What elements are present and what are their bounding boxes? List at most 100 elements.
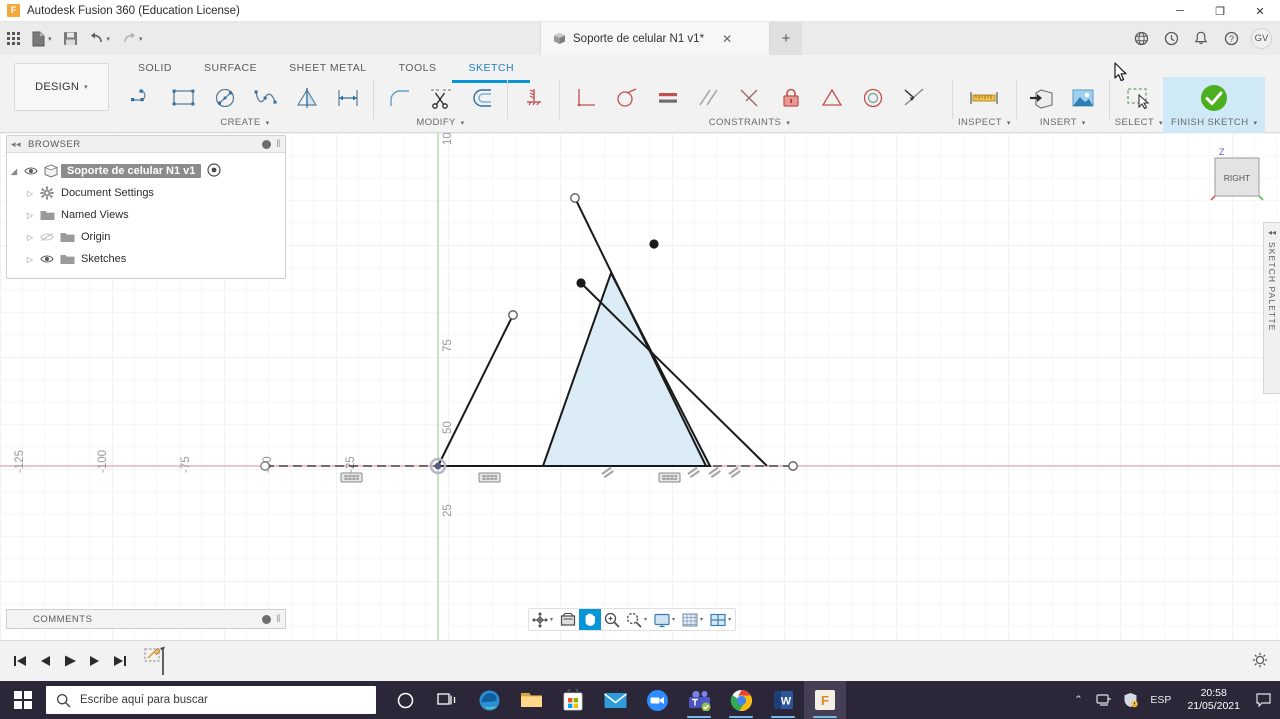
step-back-icon[interactable]: [32, 647, 57, 675]
sketch-feature-icon[interactable]: [143, 646, 169, 676]
comments-grip-icon[interactable]: ‖: [276, 614, 281, 625]
avatar[interactable]: GV: [1251, 28, 1272, 49]
help-icon[interactable]: ?: [1216, 22, 1246, 55]
comments-panel[interactable]: COMMENTS ‖: [6, 609, 286, 629]
add-tab-button[interactable]: +: [770, 22, 802, 55]
action-center-icon[interactable]: [1250, 693, 1276, 707]
grid-caret-icon[interactable]: ▾: [700, 616, 703, 623]
circle-icon[interactable]: [204, 78, 245, 118]
go-to-beginning-icon[interactable]: [7, 647, 32, 675]
trim-scissors-icon[interactable]: [420, 78, 461, 118]
fix-lock-icon[interactable]: [770, 78, 811, 118]
zoom-icon[interactable]: [601, 609, 623, 630]
taskbar-clock[interactable]: 20:58 21/05/2021: [1179, 687, 1248, 713]
network-icon[interactable]: [1092, 693, 1116, 707]
concentric-icon[interactable]: [852, 78, 893, 118]
parallel-icon[interactable]: [688, 78, 729, 118]
orbit-caret-icon[interactable]: ▾: [550, 616, 553, 623]
measure-icon[interactable]: [964, 78, 1005, 118]
add-comment-icon[interactable]: [262, 614, 272, 624]
view-cube[interactable]: Z RIGHT: [1205, 145, 1275, 215]
viewports-icon[interactable]: ▾: [707, 609, 735, 630]
grid-snaps-icon[interactable]: ▾: [679, 609, 707, 630]
chrome-icon[interactable]: [720, 681, 762, 719]
fusion360-icon[interactable]: F: [804, 681, 846, 719]
file-explorer-icon[interactable]: [510, 681, 552, 719]
expand-arrow-icon[interactable]: ▷: [23, 233, 37, 242]
visibility-eye-icon[interactable]: [21, 166, 41, 176]
collinear-icon[interactable]: [893, 78, 934, 118]
perpendicular-icon[interactable]: [565, 78, 606, 118]
expand-arrow-icon[interactable]: ◢: [7, 167, 21, 176]
sketch-palette-collapse-icon[interactable]: ◂◂: [1268, 228, 1276, 237]
break-link-icon[interactable]: [513, 78, 554, 118]
orbit-icon[interactable]: ▾: [529, 609, 557, 630]
midpoint-icon[interactable]: [811, 78, 852, 118]
equal-icon[interactable]: [647, 78, 688, 118]
document-tab[interactable]: Soporte de celular N1 v1* ✕: [540, 22, 770, 55]
bell-icon[interactable]: [1186, 22, 1216, 55]
redo-icon[interactable]: ▾: [117, 26, 147, 52]
select-window-icon[interactable]: [1118, 78, 1159, 118]
workspace-selector[interactable]: DESIGN ▾: [14, 63, 109, 111]
insert-canvas-image-icon[interactable]: [1063, 78, 1104, 118]
save-icon[interactable]: [59, 26, 82, 52]
insert-caret-icon[interactable]: ▾: [1082, 120, 1086, 127]
fit-caret-icon[interactable]: ▾: [644, 616, 647, 623]
minimize-button[interactable]: ─: [1160, 0, 1200, 22]
line-icon[interactable]: [122, 78, 163, 118]
mirror-icon[interactable]: [286, 78, 327, 118]
browser-grip-icon[interactable]: ‖: [276, 139, 281, 150]
tree-node-document-settings[interactable]: ▷ Document Settings: [7, 182, 285, 204]
look-at-icon[interactable]: [557, 609, 579, 630]
zoom-icon[interactable]: [636, 681, 678, 719]
microsoft-store-icon[interactable]: [552, 681, 594, 719]
app-grid-icon[interactable]: [3, 26, 24, 52]
word-icon[interactable]: W: [762, 681, 804, 719]
windows-start-icon[interactable]: [0, 681, 46, 719]
create-caret-icon[interactable]: ▾: [266, 120, 270, 127]
chevron-up-icon[interactable]: ⌃: [1066, 694, 1090, 706]
browser-collapse-icon[interactable]: ◂◂: [11, 139, 21, 150]
new-file-caret[interactable]: ▾: [48, 35, 52, 43]
go-to-end-icon[interactable]: [107, 647, 132, 675]
tree-node-origin[interactable]: ▷ Origin: [7, 226, 285, 248]
mail-icon[interactable]: [594, 681, 636, 719]
visibility-eye-icon[interactable]: [37, 254, 57, 264]
target-icon[interactable]: [207, 162, 221, 180]
tree-node-root-component[interactable]: ◢ Soporte de celular N1 v1: [7, 160, 285, 182]
expand-arrow-icon[interactable]: ▷: [23, 189, 37, 198]
new-file-icon[interactable]: ▾: [27, 26, 56, 52]
visibility-eye-off-icon[interactable]: [37, 232, 57, 242]
play-icon[interactable]: [57, 647, 82, 675]
sketch-dimension-icon[interactable]: [327, 78, 368, 118]
security-shield-icon[interactable]: [1118, 692, 1142, 708]
microsoft-teams-icon[interactable]: [678, 681, 720, 719]
globe-icon[interactable]: [1126, 22, 1156, 55]
fit-icon[interactable]: ▾: [623, 609, 651, 630]
search-input[interactable]: Escribe aquí para buscar: [46, 686, 376, 714]
display-caret-icon[interactable]: ▾: [672, 616, 675, 623]
pan-hand-icon[interactable]: [579, 609, 602, 630]
ribbon-group-finish-sketch[interactable]: FINISH SKETCH ▾: [1162, 77, 1266, 133]
finish-sketch-caret-icon[interactable]: ▾: [1254, 120, 1258, 127]
task-view-icon[interactable]: [426, 681, 468, 719]
edge-icon[interactable]: [468, 681, 510, 719]
tree-node-sketches[interactable]: ▷ Sketches: [7, 248, 285, 270]
step-forward-icon[interactable]: [82, 647, 107, 675]
select-caret-icon[interactable]: ▾: [1159, 120, 1163, 127]
undo-icon[interactable]: ▾: [85, 26, 115, 52]
inspect-caret-icon[interactable]: ▾: [1007, 120, 1011, 127]
timeline-settings-gear-icon[interactable]: [1252, 652, 1268, 671]
maximize-button[interactable]: ❐: [1200, 0, 1240, 22]
language-indicator[interactable]: ESP: [1144, 694, 1177, 706]
clock-icon[interactable]: [1156, 22, 1186, 55]
undo-caret[interactable]: ▾: [107, 35, 111, 43]
expand-arrow-icon[interactable]: ▷: [23, 211, 37, 220]
cortana-circle-icon[interactable]: [384, 681, 426, 719]
tree-node-named-views[interactable]: ▷ Named Views: [7, 204, 285, 226]
horizontal-vertical-icon[interactable]: [729, 78, 770, 118]
rectangle-icon[interactable]: [163, 78, 204, 118]
document-tab-close-icon[interactable]: ✕: [722, 32, 732, 46]
sketch-palette-tab[interactable]: ◂◂ SKETCH PALETTE: [1263, 222, 1280, 394]
